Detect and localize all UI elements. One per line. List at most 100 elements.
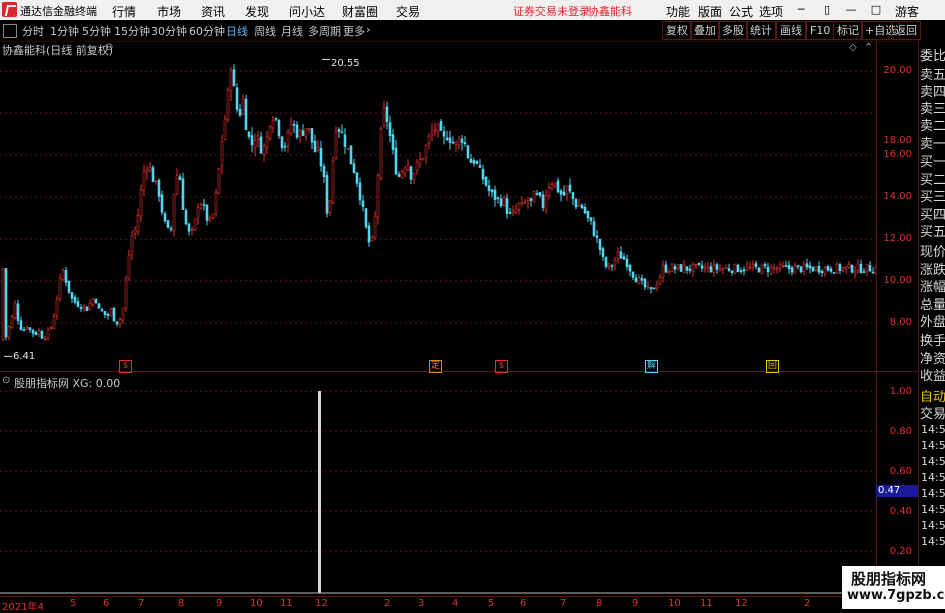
toolbar-toggle-icon[interactable] [3, 24, 17, 38]
phone-icon[interactable]: ▯ [818, 2, 836, 17]
candle-body [451, 142, 455, 144]
menu-quotes[interactable]: 行情 [112, 3, 136, 20]
candle-body [832, 272, 836, 274]
y-tick: 12.00 [883, 233, 912, 244]
x-tick: 9 [632, 598, 639, 609]
period-multi[interactable]: 多周期 [308, 23, 341, 39]
x-tick: 3 [418, 598, 425, 609]
btn-mark[interactable]: 标记 [833, 21, 863, 40]
menu-news[interactable]: 资讯 [201, 3, 225, 20]
menu-options[interactable]: 选项 [759, 3, 783, 20]
period-daily[interactable]: 日线 [226, 23, 248, 39]
candle-body [385, 106, 389, 122]
candle-body [262, 145, 266, 155]
candle-body [499, 198, 503, 206]
period-weekly[interactable]: 周线 [254, 23, 276, 39]
candle-body [136, 215, 140, 233]
candle-body [694, 263, 698, 266]
candle-body [628, 264, 632, 272]
minimize-dash-icon[interactable]: ─ [792, 2, 810, 17]
candle-body [190, 228, 194, 231]
candle-body [580, 204, 584, 209]
btn-back[interactable]: 返回 [891, 21, 921, 40]
candle-body [754, 263, 758, 267]
candle-body [85, 306, 89, 312]
candle-body [487, 185, 491, 191]
period-60min[interactable]: 60分钟 [189, 23, 225, 39]
watermark-title: 股朋指标网 [851, 570, 927, 588]
candlestick-chart[interactable] [0, 41, 876, 371]
candle-body [121, 307, 125, 321]
x-tick: 8 [596, 598, 603, 609]
candle-body [250, 135, 254, 146]
chevron-right-icon[interactable]: › [366, 23, 370, 36]
candle-body [406, 164, 410, 171]
candle-body [730, 270, 734, 273]
candle-body [112, 307, 116, 322]
candle-body [223, 118, 227, 140]
menu-ask-xiaoda[interactable]: 问小达 [289, 3, 325, 20]
candle-body [292, 124, 296, 126]
btn-multi-stock[interactable]: 多股 [718, 21, 748, 40]
candle-body [820, 270, 824, 273]
candle-body [466, 145, 470, 159]
btn-f10[interactable]: F10 [806, 21, 835, 40]
candle-body [157, 179, 161, 197]
candle-body [337, 129, 341, 132]
candle-body [145, 168, 149, 173]
indicator-chart[interactable] [0, 372, 876, 596]
y-tick: 18.00 [883, 135, 912, 146]
btn-adjust[interactable]: 复权 [662, 21, 692, 40]
login-notice[interactable]: 证券交易未登录 [513, 3, 590, 19]
ind-y-tick: 0.40 [889, 506, 912, 517]
menu-function[interactable]: 功能 [666, 3, 690, 20]
candle-body [697, 262, 701, 266]
candle-body [67, 280, 71, 293]
menu-wealth-circle[interactable]: 财富圈 [342, 3, 378, 20]
candle-body [187, 223, 191, 232]
candle-body [445, 137, 449, 141]
candle-body [805, 263, 809, 268]
candle-body [184, 210, 188, 225]
menu-formula[interactable]: 公式 [729, 3, 753, 20]
candle-body [604, 257, 608, 267]
period-15min[interactable]: 15分钟 [114, 23, 150, 39]
y-tick: 20.00 [883, 65, 912, 76]
period-tick[interactable]: 分时 [22, 23, 44, 39]
candle-body [124, 279, 128, 309]
candle-body [430, 131, 434, 136]
candle-body [538, 192, 542, 196]
period-monthly[interactable]: 月线 [281, 23, 303, 39]
maximize-icon[interactable]: □ [867, 2, 885, 17]
menu-market[interactable]: 市场 [157, 3, 181, 20]
period-more[interactable]: 更多 [343, 23, 365, 39]
candle-body [334, 131, 338, 159]
menu-discover[interactable]: 发现 [245, 3, 269, 20]
menu-layout[interactable]: 版面 [698, 3, 722, 20]
candle-body [826, 265, 830, 271]
candle-body [457, 137, 461, 145]
menu-trade[interactable]: 交易 [396, 3, 420, 20]
btn-overlay[interactable]: 叠加 [690, 21, 720, 40]
period-1min[interactable]: 1分钟 [50, 23, 79, 39]
period-5min[interactable]: 5分钟 [82, 23, 111, 39]
trade-label[interactable]: 交易 [920, 403, 945, 422]
trade-time: 14:56 [921, 487, 945, 500]
candle-body [229, 69, 233, 91]
candle-body [25, 326, 29, 330]
y-tick: 8.00 [889, 317, 912, 328]
candle-body [421, 158, 425, 160]
candle-body [70, 292, 74, 299]
candle-body [346, 147, 350, 150]
x-tick: 6 [520, 598, 527, 609]
x-tick: 9 [216, 598, 223, 609]
btn-draw-line[interactable]: 画线 [776, 21, 806, 40]
candle-body [46, 328, 50, 340]
candle-body [490, 189, 494, 193]
minimize-icon[interactable]: — [842, 2, 860, 17]
btn-statistics[interactable]: 统计 [746, 21, 776, 40]
period-30min[interactable]: 30分钟 [151, 23, 187, 39]
user-guest[interactable]: 游客 [895, 3, 919, 20]
candle-body [601, 248, 605, 257]
notice-stock-name: 协鑫能科 [588, 5, 632, 18]
